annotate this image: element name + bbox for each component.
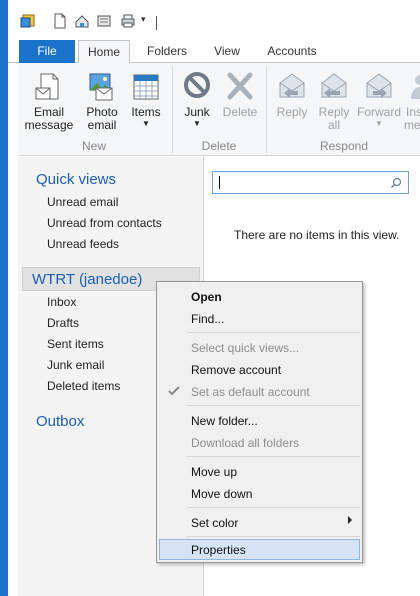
tab-file[interactable]: File bbox=[19, 40, 75, 63]
search-box[interactable] bbox=[212, 171, 409, 194]
menu-separator bbox=[187, 507, 360, 508]
quick-access-toolbar: ▾ bbox=[8, 0, 420, 40]
ribbon-group-separator bbox=[172, 67, 173, 153]
folder-unread-feeds[interactable]: Unread feeds bbox=[47, 237, 119, 251]
menu-separator bbox=[187, 536, 360, 537]
menu-item-set-default-account[interactable]: Set as default account bbox=[191, 385, 310, 399]
folder-drafts[interactable]: Drafts bbox=[47, 316, 79, 330]
delete-label: Delete bbox=[222, 105, 258, 119]
menu-item-set-color[interactable]: Set color bbox=[191, 516, 238, 530]
menu-separator bbox=[187, 332, 360, 333]
forward-icon bbox=[366, 73, 392, 98]
tab-accounts[interactable]: Accounts bbox=[258, 40, 326, 63]
email-message-icon bbox=[35, 73, 59, 100]
menu-item-select-quick-views[interactable]: Select quick views... bbox=[191, 341, 299, 355]
menu-separator bbox=[187, 456, 360, 457]
delete-icon bbox=[227, 72, 253, 100]
instant-message-icon bbox=[411, 75, 420, 99]
menu-item-new-folder[interactable]: New folder... bbox=[191, 414, 258, 428]
folder-unread-email[interactable]: Unread email bbox=[47, 195, 118, 209]
forward-dropdown-icon: ▼ bbox=[375, 119, 383, 128]
folder-unread-from-contacts[interactable]: Unread from contacts bbox=[47, 216, 162, 230]
menu-item-move-down[interactable]: Move down bbox=[191, 487, 252, 501]
junk-dropdown-icon: ▼ bbox=[193, 119, 201, 128]
tab-view[interactable]: View bbox=[204, 40, 250, 63]
reply-button[interactable]: Reply bbox=[272, 71, 312, 119]
submenu-arrow-icon bbox=[348, 516, 352, 524]
outbox-title[interactable]: Outbox bbox=[36, 413, 84, 430]
menu-highlight bbox=[159, 539, 360, 560]
menu-item-find[interactable]: Find... bbox=[191, 312, 224, 326]
tab-folders[interactable]: Folders bbox=[138, 40, 196, 63]
send-receive-icon[interactable] bbox=[74, 13, 90, 29]
quick-views-title[interactable]: Quick views bbox=[36, 171, 116, 188]
ribbon: Email message Photo email Items ▼ New Ju… bbox=[18, 63, 420, 156]
menu-item-open[interactable]: Open bbox=[191, 290, 222, 304]
menu-item-move-up[interactable]: Move up bbox=[191, 465, 237, 479]
group-label-new: New bbox=[81, 139, 106, 153]
reply-icon bbox=[279, 73, 305, 98]
folder-sent-items[interactable]: Sent items bbox=[47, 337, 104, 351]
toolbar-separator bbox=[156, 16, 157, 30]
instant-message-button[interactable]: Instant message bbox=[404, 71, 420, 132]
tab-home[interactable]: Home bbox=[78, 40, 130, 64]
forward-button[interactable]: Forward ▼ bbox=[356, 71, 402, 128]
new-document-icon[interactable] bbox=[52, 13, 68, 29]
instant-message-label: Instant message bbox=[404, 105, 420, 132]
photo-email-icon bbox=[89, 73, 113, 101]
calendar-items-icon bbox=[133, 74, 159, 100]
text-cursor bbox=[219, 176, 220, 189]
empty-list-message: There are no items in this view. bbox=[234, 228, 400, 242]
menu-item-properties[interactable]: Properties bbox=[191, 543, 246, 557]
reply-label: Reply bbox=[276, 105, 308, 119]
items-button[interactable]: Items ▼ bbox=[126, 71, 166, 128]
junk-icon bbox=[184, 72, 210, 98]
junk-button[interactable]: Junk ▼ bbox=[178, 71, 216, 128]
ribbon-tabs: File Home Folders View Accounts bbox=[8, 40, 420, 64]
reply-all-icon bbox=[321, 73, 347, 98]
customize-dropdown-icon[interactable]: ▾ bbox=[141, 14, 146, 25]
folder-deleted-items[interactable]: Deleted items bbox=[47, 379, 120, 393]
folder-junk-email[interactable]: Junk email bbox=[47, 358, 104, 372]
print-icon[interactable] bbox=[120, 13, 136, 29]
search-icon[interactable] bbox=[390, 177, 402, 189]
junk-label: Junk bbox=[184, 105, 210, 119]
menu-item-download-all-folders[interactable]: Download all folders bbox=[191, 436, 299, 450]
group-label-delete: Delete bbox=[201, 139, 237, 153]
account-title[interactable]: WTRT (janedoe) bbox=[32, 271, 142, 288]
email-message-button[interactable]: Email message bbox=[22, 71, 76, 132]
folder-inbox[interactable]: Inbox bbox=[47, 295, 76, 309]
attach-icon[interactable] bbox=[96, 13, 112, 29]
search-input[interactable] bbox=[218, 175, 378, 190]
photo-email-label: Photo email bbox=[86, 105, 118, 132]
forward-label: Forward bbox=[356, 105, 401, 119]
reply-all-label: Reply all bbox=[318, 105, 350, 132]
items-dropdown-icon: ▼ bbox=[142, 119, 150, 128]
menu-separator bbox=[187, 405, 360, 406]
context-menu: Open Find... Select quick views... Remov… bbox=[156, 281, 363, 563]
checkmark-icon bbox=[168, 386, 180, 396]
items-label: Items bbox=[131, 105, 161, 119]
app-icon[interactable] bbox=[20, 13, 36, 29]
menu-item-remove-account[interactable]: Remove account bbox=[191, 363, 281, 377]
email-message-label: Email message bbox=[24, 105, 74, 132]
reply-all-button[interactable]: Reply all bbox=[314, 71, 354, 132]
window-frame-left bbox=[0, 0, 8, 596]
group-label-respond: Respond bbox=[319, 139, 369, 153]
ribbon-group-separator bbox=[266, 67, 267, 153]
delete-button[interactable]: Delete bbox=[220, 71, 260, 119]
photo-email-button[interactable]: Photo email bbox=[80, 71, 124, 132]
